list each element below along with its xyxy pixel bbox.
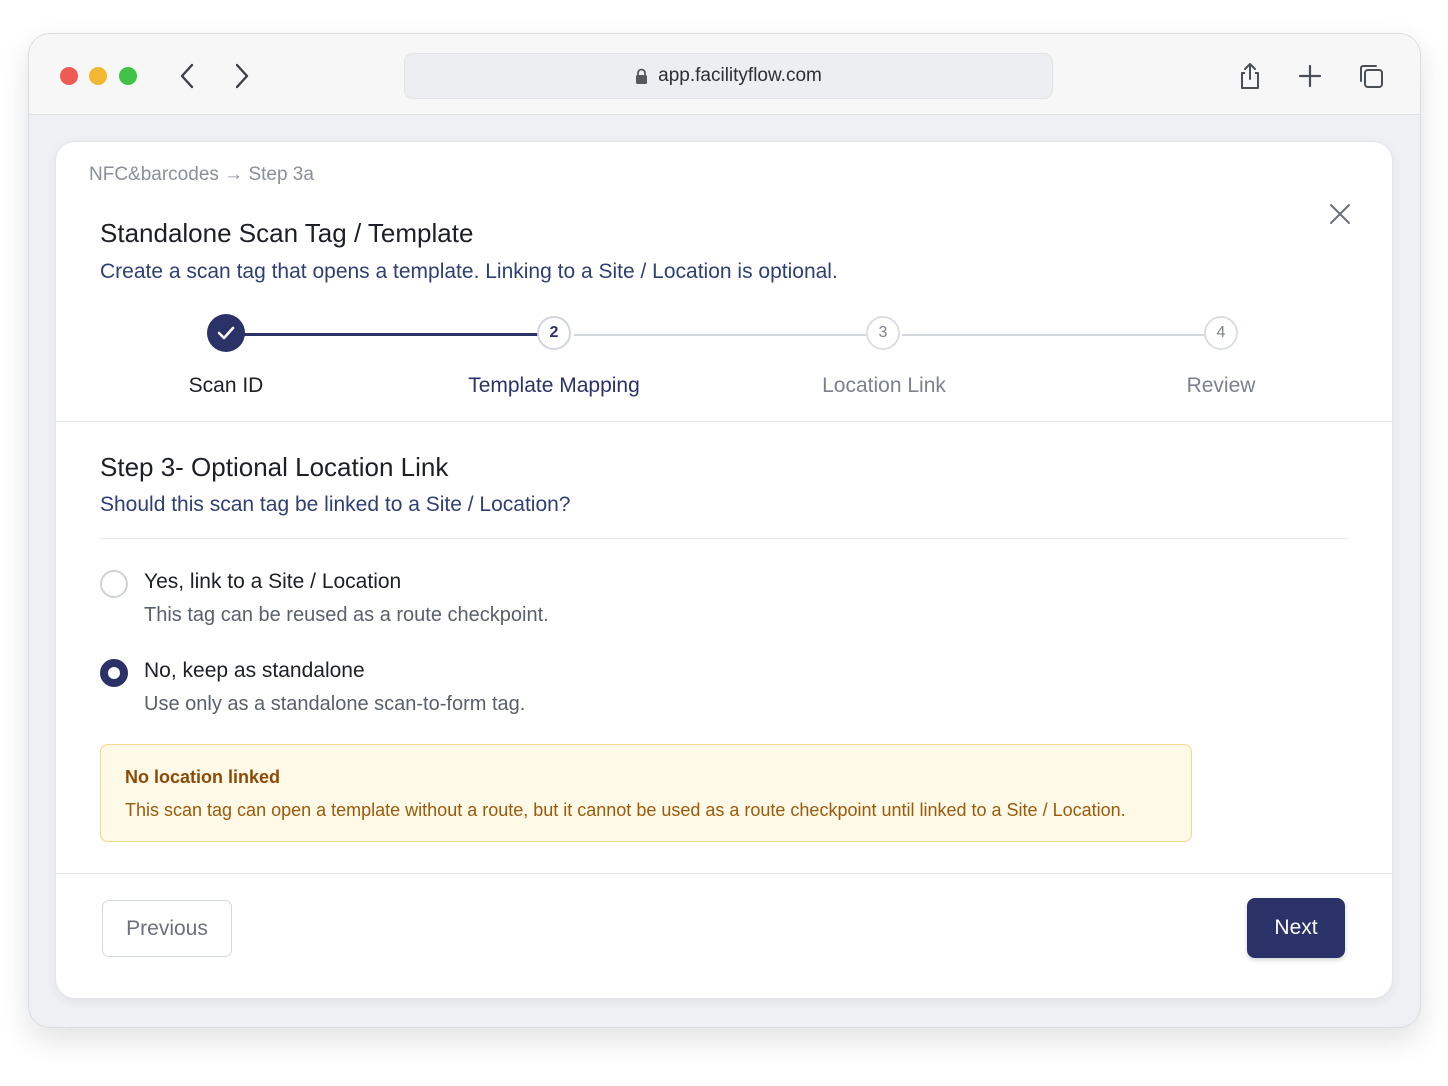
step-1-indicator[interactable] [207,314,245,352]
close-icon [1330,204,1350,224]
check-icon [217,326,235,340]
address-bar[interactable]: app.facilityflow.com [404,53,1053,99]
step-2-label: Template Mapping [468,374,640,397]
step-4-label: Review [1186,374,1256,397]
alert-text: This scan tag can open a template withou… [125,800,1126,820]
option-link-location[interactable]: Yes, link to a Site / Location This tag … [100,568,800,638]
divider [56,421,1392,422]
tab-overview-button[interactable] [1355,60,1387,92]
option-description: This tag can be reused as a route checkp… [144,604,549,626]
section-question: Should this scan tag be linked to a Site… [100,493,571,516]
option-label: Yes, link to a Site / Location [144,570,402,593]
stepper-connector-complete [226,333,556,336]
step-2-indicator[interactable]: 2 [537,316,571,350]
wizard-stepper: 2 3 4 Scan ID Template Mapping Location … [56,312,1392,412]
minimize-window-button[interactable] [89,67,107,85]
close-dialog-button[interactable] [1326,200,1354,228]
alert-title: No location linked [125,767,281,787]
previous-button[interactable]: Previous [102,900,232,957]
new-tab-button[interactable] [1294,60,1326,92]
chevron-right-icon [235,63,249,89]
radio-link-location[interactable] [100,570,128,598]
next-button[interactable]: Next [1247,898,1345,958]
share-button[interactable] [1234,60,1266,92]
browser-window: app.facilityflow.com NFC&barcodes → Step… [28,33,1421,1028]
maximize-window-button[interactable] [119,67,137,85]
stepper-connector [902,334,1206,336]
url-text: app.facilityflow.com [658,65,822,86]
step-3-indicator[interactable]: 3 [866,316,900,350]
option-standalone[interactable]: No, keep as standalone Use only as a sta… [100,657,800,727]
option-label: No, keep as standalone [144,659,365,682]
wizard-dialog: NFC&barcodes → Step 3a Standalone Scan T… [55,141,1393,999]
forward-button[interactable] [228,62,256,90]
close-window-button[interactable] [60,67,78,85]
section-title: Step 3- Optional Location Link [100,452,449,482]
chevron-left-icon [180,63,194,89]
step-1-label: Scan ID [188,374,264,397]
warning-alert: No location linked This scan tag can ope… [100,744,1192,842]
tabs-icon [1360,65,1383,88]
dialog-subtitle: Create a scan tag that opens a template.… [100,260,838,283]
option-description: Use only as a standalone scan-to-form ta… [144,693,526,715]
step-4-indicator[interactable]: 4 [1204,316,1238,350]
lock-icon [636,68,648,84]
divider [100,538,1348,539]
plus-icon [1298,64,1322,88]
divider [56,873,1392,874]
browser-titlebar: app.facilityflow.com [29,34,1420,115]
radio-standalone[interactable] [100,659,128,687]
dialog-title: Standalone Scan Tag / Template [100,218,474,248]
stepper-connector [574,334,866,336]
breadcrumb: NFC&barcodes → Step 3a [89,164,314,185]
step-3-label: Location Link [822,374,946,397]
share-icon [1241,63,1259,89]
back-button[interactable] [173,62,201,90]
